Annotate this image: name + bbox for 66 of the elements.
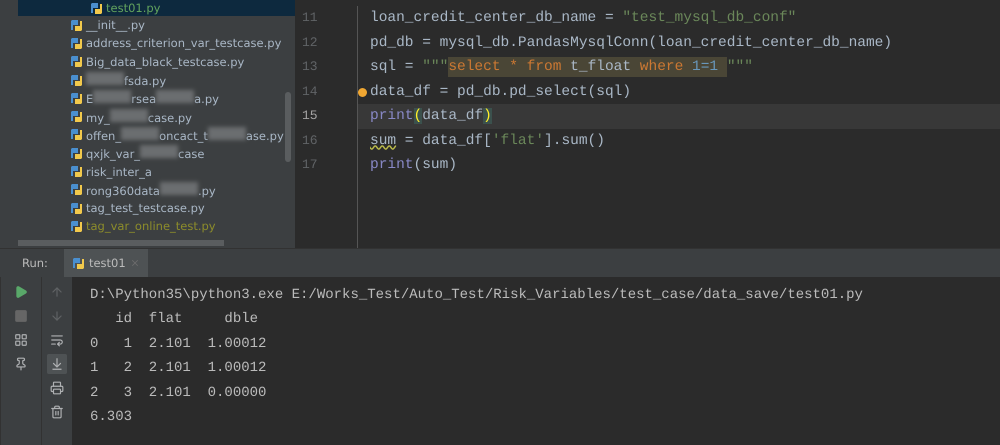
tree-item[interactable]: fsda.py <box>0 70 295 90</box>
python-file-icon <box>70 74 83 87</box>
code-line: sum = data_df['flat'].sum() <box>369 132 606 151</box>
tree-item[interactable]: qxjk_var_ case <box>0 144 295 162</box>
tree-item[interactable]: __init__.py <box>0 16 295 34</box>
python-file-icon <box>70 18 83 32</box>
code-line: sql = """select * from t_float where 1=1 """ <box>369 56 754 80</box>
pin-icon[interactable] <box>14 357 28 371</box>
tree-item[interactable]: my_ case.py <box>0 107 295 126</box>
python-file-icon <box>70 146 83 160</box>
python-file-icon <box>70 92 83 105</box>
line-number: 17 <box>301 156 319 174</box>
soft-wrap-icon[interactable] <box>50 333 64 347</box>
redaction-blur <box>208 126 246 140</box>
redaction-blur <box>140 145 178 158</box>
python-file-icon <box>70 128 83 142</box>
tree-item[interactable]: address_criterion_var_testcase.py <box>0 34 295 53</box>
python-file-icon <box>70 110 83 124</box>
scrollbar[interactable] <box>18 240 224 246</box>
line-number: 11 <box>301 9 319 27</box>
python-file-icon <box>72 256 85 270</box>
python-file-icon <box>70 202 83 215</box>
redaction-blur <box>156 90 194 104</box>
tree-item[interactable]: test01.py <box>18 0 295 16</box>
python-file-icon <box>70 55 83 68</box>
code-line: pd_db = mysql_db.PandasMysqlConn(loan_credit_center_db_name) <box>369 34 894 53</box>
output-line: id flat dble <box>114 310 260 330</box>
redaction-blur <box>93 90 132 104</box>
line-number: 12 <box>301 34 319 52</box>
tree-item[interactable]: offen_ oncact_t ase.py <box>0 126 295 144</box>
line-number: 16 <box>301 132 319 150</box>
scroll-to-end-icon[interactable] <box>50 357 64 371</box>
run-icon[interactable] <box>14 285 28 299</box>
output-line: 2 3 2.101 0.00000 <box>90 384 268 403</box>
output-line: D:\Python35\python3.exe E:/Works_Test/Auto_Test/Risk_Variables/test_case/data_save/test01.py <box>90 286 864 305</box>
line-number: 13 <box>301 58 319 76</box>
tree-item[interactable]: Big_data_black_testcase.py <box>0 52 295 71</box>
code-line: print(sum) <box>369 156 458 176</box>
code-line: loan_credit_center_db_name = "test_mysql_db_conf" <box>369 9 798 28</box>
line-number: 15 <box>301 107 319 125</box>
output-line: 0 1 2.101 1.00012 <box>90 334 268 354</box>
tree-item[interactable]: risk_inter_a <box>0 162 295 181</box>
redaction-blur <box>121 126 160 140</box>
run-label: Run: <box>22 256 48 270</box>
run-tab[interactable]: test01 <box>64 249 148 277</box>
print-icon[interactable] <box>50 381 64 395</box>
layout-icon[interactable] <box>14 333 28 347</box>
tree-item[interactable]: tag_var_online_test.py <box>0 217 295 236</box>
scrollbar[interactable] <box>285 92 291 162</box>
python-file-icon <box>70 220 83 233</box>
redaction-blur <box>86 72 124 86</box>
python-file-icon <box>70 36 83 50</box>
line-number: 14 <box>301 82 319 100</box>
python-file-icon <box>70 183 83 196</box>
tree-item[interactable]: E rsea a.py <box>0 89 295 108</box>
output-line: 6.303 <box>90 408 134 427</box>
redaction-blur <box>110 108 148 122</box>
python-file-icon <box>90 2 103 14</box>
tree-item[interactable]: rong360data .py <box>0 180 295 199</box>
code-line: data_df = pd_db.pd_select(sql) <box>358 80 1000 104</box>
tree-item[interactable]: tag_test_testcase.py <box>0 198 295 218</box>
redaction-blur <box>160 182 198 195</box>
output-line: 1 2 2.101 1.00012 <box>90 359 268 378</box>
trash-icon[interactable] <box>50 405 64 419</box>
python-file-icon <box>70 165 83 178</box>
bulb-icon[interactable] <box>358 88 367 96</box>
